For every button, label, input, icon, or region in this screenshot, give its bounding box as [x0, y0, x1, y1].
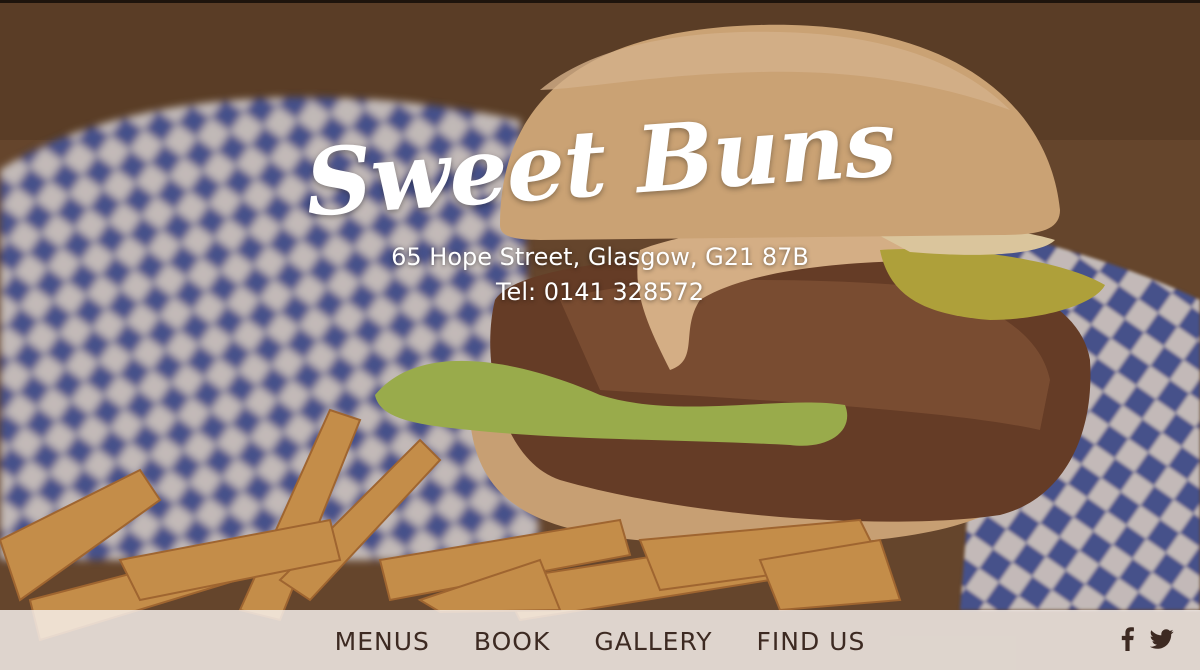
bottom-navbar: MENUS BOOK GALLERY FIND US [0, 610, 1200, 670]
facebook-icon[interactable] [1116, 627, 1140, 651]
site-logo-title: Sweet Buns [301, 88, 899, 238]
nav-link-menus[interactable]: MENUS [335, 625, 430, 656]
restaurant-address: 65 Hope Street, Glasgow, G21 87B [391, 243, 809, 271]
nav-link-gallery[interactable]: GALLERY [594, 625, 712, 656]
restaurant-phone: Tel: 0141 328572 [495, 278, 705, 306]
hero-background [0, 0, 1200, 670]
twitter-icon[interactable] [1150, 627, 1174, 651]
hero-overlay [0, 0, 1200, 670]
nav-link-book[interactable]: BOOK [474, 625, 550, 656]
nav-link-find-us[interactable]: FIND US [757, 625, 866, 656]
top-border [0, 0, 1200, 3]
main-nav: MENUS BOOK GALLERY FIND US [0, 610, 1200, 670]
brand-block: Sweet Buns 65 Hope Street, Glasgow, G21 … [0, 89, 1200, 310]
social-links [1116, 627, 1174, 651]
